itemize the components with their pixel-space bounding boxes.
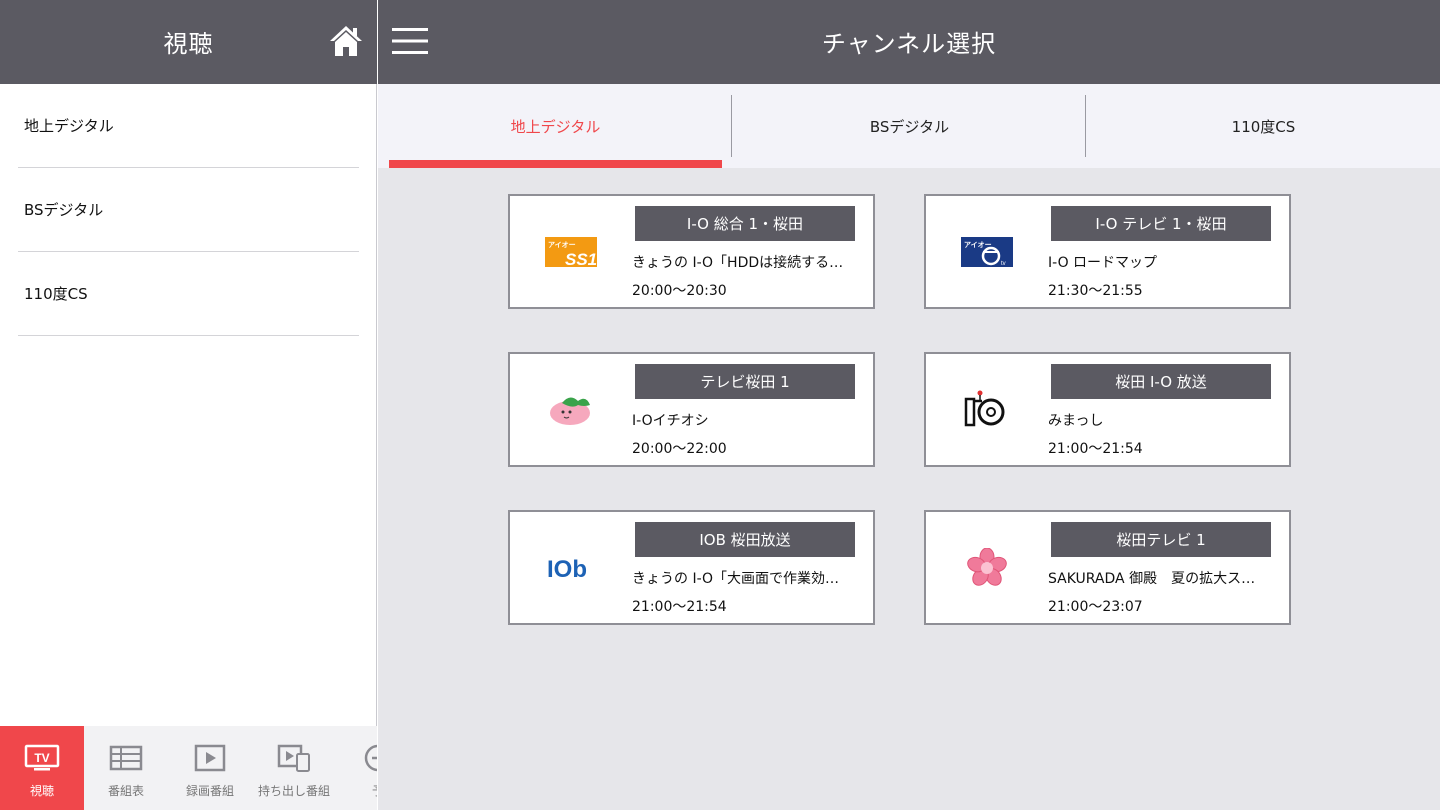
program-time: 21:30〜21:55 bbox=[1048, 283, 1143, 299]
page-title: チャンネル選択 bbox=[821, 30, 997, 58]
main-header: チャンネル選択 bbox=[378, 0, 1440, 84]
sidebar-item-label: 110度CS bbox=[24, 285, 88, 303]
main-area: チャンネル選択 地上デジタル BSデジタル 110度CS アイオー SS1 I-… bbox=[378, 0, 1440, 810]
svg-text:tv: tv bbox=[1001, 261, 1006, 267]
tab-cs[interactable]: 110度CS bbox=[1087, 84, 1440, 168]
channel-card[interactable]: 桜田テレビ 1 SAKURADA 御殿 夏の拡大ス… 21:00〜23:07 bbox=[924, 510, 1291, 625]
sakura-flower-logo bbox=[956, 542, 1018, 594]
io-tv-logo: アイオー tv bbox=[956, 226, 1018, 278]
program-title: きょうの I-O「大画面で作業効… bbox=[632, 571, 840, 587]
nav-label: 視聴 bbox=[29, 784, 54, 798]
channel-name: 桜田 I-O 放送 bbox=[1051, 364, 1271, 399]
program-title: きょうの I-O「HDDは接続する… bbox=[632, 255, 844, 271]
bottom-nav: TV 視聴 番組表 録画番組 持ち出し番組 bbox=[0, 726, 377, 810]
program-time: 21:00〜21:54 bbox=[1048, 441, 1143, 457]
program-time: 20:00〜20:30 bbox=[632, 283, 727, 299]
nav-item-program-guide[interactable]: 番組表 bbox=[84, 726, 168, 810]
program-title: みまっし bbox=[1048, 413, 1104, 429]
program-time: 20:00〜22:00 bbox=[632, 441, 727, 457]
sidebar-list: 地上デジタル BSデジタル 110度CS bbox=[18, 84, 359, 336]
channel-card[interactable]: テレビ桜田 1 I-Oイチオシ 20:00〜22:00 bbox=[508, 352, 875, 467]
svg-text:TV: TV bbox=[34, 751, 49, 765]
io-camera-logo bbox=[956, 384, 1018, 436]
program-title: I-O ロードマップ bbox=[1048, 255, 1158, 271]
nav-item-reservation[interactable]: 予 bbox=[336, 726, 377, 810]
svg-text:アイオー: アイオー bbox=[548, 241, 576, 249]
takeout-icon bbox=[276, 744, 312, 772]
channel-card[interactable]: 桜田 I-O 放送 みまっし 21:00〜21:54 bbox=[924, 352, 1291, 467]
sidebar-item-label: 地上デジタル bbox=[24, 117, 114, 135]
nav-label: 番組表 bbox=[107, 784, 144, 798]
svg-text:SS1: SS1 bbox=[565, 250, 597, 267]
tab-bs[interactable]: BSデジタル bbox=[733, 84, 1086, 168]
tab-bar: 地上デジタル BSデジタル 110度CS bbox=[378, 84, 1440, 168]
reservation-icon bbox=[360, 744, 377, 772]
svg-text:IOb: IOb bbox=[547, 556, 587, 583]
nav-item-recorded[interactable]: 録画番組 bbox=[168, 726, 252, 810]
tab-terrestrial[interactable]: 地上デジタル bbox=[389, 84, 722, 168]
program-title: I-Oイチオシ bbox=[632, 413, 709, 429]
tv-icon: TV bbox=[24, 744, 60, 772]
channel-name: IOB 桜田放送 bbox=[635, 522, 855, 557]
channel-card[interactable]: アイオー SS1 I-O 総合 1・桜田 きょうの I-O「HDDは接続する… … bbox=[508, 194, 875, 309]
active-tab-indicator bbox=[389, 160, 722, 168]
sidebar-item-bs[interactable]: BSデジタル bbox=[18, 168, 359, 252]
tab-divider bbox=[731, 95, 732, 157]
sidebar-title: 視聴 bbox=[163, 30, 214, 58]
channel-name: 桜田テレビ 1 bbox=[1051, 522, 1271, 557]
nav-label: 録画番組 bbox=[185, 784, 234, 798]
channel-name: I-O 総合 1・桜田 bbox=[635, 206, 855, 241]
program-time: 21:00〜21:54 bbox=[632, 599, 727, 615]
nav-item-watch[interactable]: TV 視聴 bbox=[0, 726, 84, 810]
sidebar-item-cs[interactable]: 110度CS bbox=[18, 252, 359, 336]
program-guide-icon bbox=[108, 744, 144, 772]
iob-logo: IOb bbox=[540, 542, 602, 594]
sidebar: 視聴 地上デジタル BSデジタル 110度CS TV 視聴 番組表 録画番組 持… bbox=[0, 0, 377, 810]
program-time: 21:00〜23:07 bbox=[1048, 599, 1143, 615]
peach-mascot-logo bbox=[540, 384, 602, 436]
nav-item-takeout[interactable]: 持ち出し番組 bbox=[252, 726, 336, 810]
recorded-play-icon bbox=[192, 744, 228, 772]
nav-label: 持ち出し番組 bbox=[257, 784, 330, 798]
nav-label: 予 bbox=[336, 782, 377, 799]
channel-name: テレビ桜田 1 bbox=[635, 364, 855, 399]
channel-card[interactable]: IOb IOB 桜田放送 きょうの I-O「大画面で作業効… 21:00〜21:… bbox=[508, 510, 875, 625]
ss1-logo: アイオー SS1 bbox=[540, 226, 602, 278]
sidebar-item-terrestrial[interactable]: 地上デジタル bbox=[18, 84, 359, 168]
channel-card[interactable]: アイオー tv I-O テレビ 1・桜田 I-O ロードマップ 21:30〜21… bbox=[924, 194, 1291, 309]
home-icon[interactable] bbox=[328, 24, 364, 58]
program-title: SAKURADA 御殿 夏の拡大ス… bbox=[1048, 571, 1256, 587]
channel-name: I-O テレビ 1・桜田 bbox=[1051, 206, 1271, 241]
sidebar-item-label: BSデジタル bbox=[24, 201, 104, 219]
sidebar-header: 視聴 bbox=[0, 0, 377, 84]
tab-divider bbox=[1085, 95, 1086, 157]
